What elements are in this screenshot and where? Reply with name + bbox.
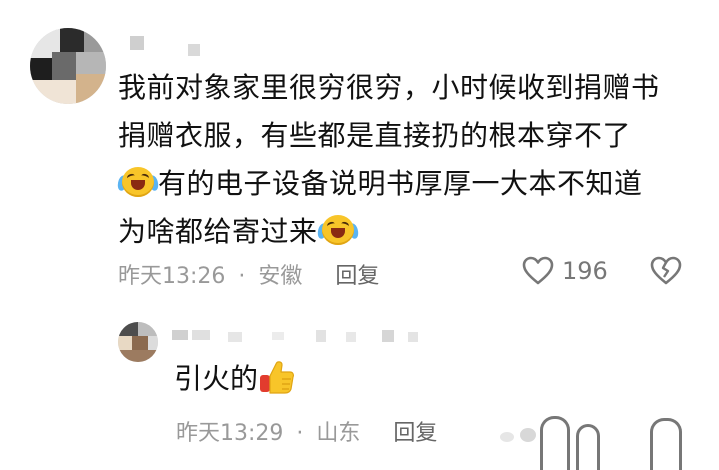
truncated-dislike-icon[interactable] — [650, 418, 682, 470]
comment-thread: 我前对象家里很穷很穷，小时候收到捐赠书 捐赠衣服，有些都是直接扔的根本穿不了 有… — [0, 0, 719, 470]
broken-heart-icon[interactable] — [650, 256, 682, 290]
comment-location: 安徽 — [258, 264, 303, 289]
comment-time: 昨天13:26 — [118, 264, 226, 289]
replier-avatar[interactable] — [118, 322, 158, 362]
reply-location: 山东 — [316, 421, 361, 446]
laughing-with-tears-emoji — [315, 213, 360, 247]
comment-meta: 昨天13:26 · 安徽 回复 — [118, 258, 379, 290]
heart-outline-icon[interactable] — [522, 256, 554, 286]
thumbs-up-emoji — [258, 358, 296, 396]
comment-line-1: 我前对象家里很穷很穷，小时候收到捐赠书 — [118, 71, 660, 104]
truncated-heart-icon[interactable] — [540, 416, 570, 470]
truncated-icon — [520, 428, 536, 442]
truncated-icon — [500, 432, 514, 442]
meta-separator: · — [296, 421, 304, 446]
reply-text: 引火的 — [174, 358, 296, 399]
commenter-name-blurred[interactable] — [126, 36, 216, 58]
laughing-with-tears-emoji — [115, 165, 161, 199]
commenter-avatar[interactable] — [30, 28, 106, 104]
comment-line-4: 为啥都给寄过来 — [118, 208, 708, 256]
comment-line-2: 捐赠衣服，有些都是直接扔的根本穿不了 — [118, 119, 632, 152]
reply-button[interactable]: 回复 — [393, 421, 437, 446]
reply-time: 昨天13:29 — [176, 421, 284, 446]
reply-button[interactable]: 回复 — [335, 264, 379, 289]
like-count: 196 — [562, 257, 608, 285]
meta-separator: · — [238, 264, 246, 289]
comment-line-3: 有的电子设备说明书厚厚一大本不知道 — [115, 160, 708, 208]
like-button[interactable]: 196 — [522, 256, 608, 286]
reply-meta: 昨天13:29 · 山东 回复 — [176, 415, 437, 447]
replier-name-blurred[interactable] — [172, 326, 432, 346]
truncated-heart-icon[interactable] — [576, 424, 600, 470]
comment-text: 我前对象家里很穷很穷，小时候收到捐赠书 捐赠衣服，有些都是直接扔的根本穿不了 有… — [115, 64, 708, 256]
